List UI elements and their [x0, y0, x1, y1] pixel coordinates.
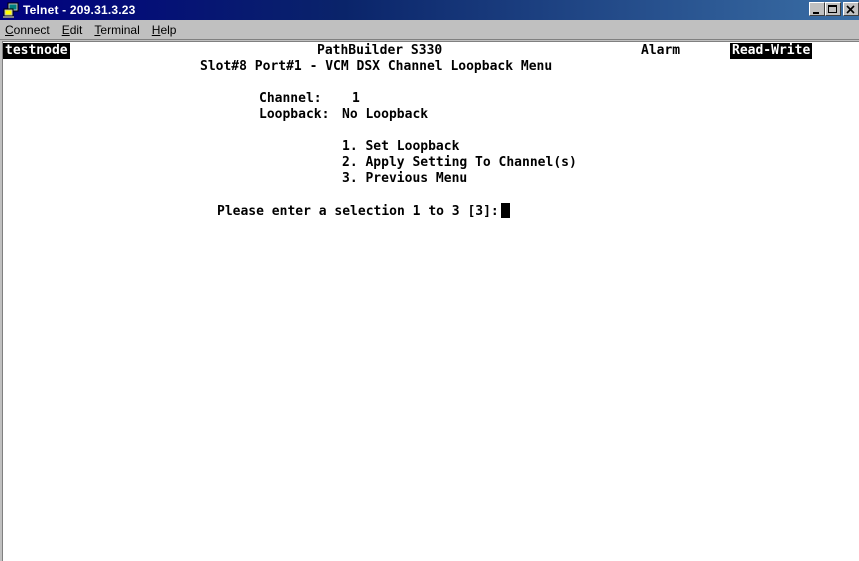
- telnet-computer-icon: [3, 2, 19, 18]
- menu-edit-accel: E: [61, 22, 70, 37]
- menu-option[interactable]: 2. Apply Setting To Channel(s): [342, 155, 577, 171]
- menu-edit[interactable]: Edit: [56, 23, 89, 37]
- minimize-icon: [813, 12, 819, 14]
- menu-terminal[interactable]: Terminal: [88, 23, 145, 37]
- prompt-text: Please enter a selection 1 to 3 [3]:: [217, 204, 499, 219]
- telnet-window: Telnet - 209.31.3.23 Connect Edit Termin…: [0, 0, 859, 561]
- menu-title: Slot#8 Port#1 - VCM DSX Channel Loopback…: [200, 59, 553, 74]
- minimize-button[interactable]: [809, 2, 825, 16]
- menu-option[interactable]: 3. Previous Menu: [342, 171, 467, 187]
- menu-connect-label: onnect: [13, 22, 50, 37]
- menu-help[interactable]: Help: [146, 23, 183, 37]
- menu-terminal-label: erminal: [100, 22, 140, 37]
- node-name: testnode: [3, 43, 70, 59]
- selection-prompt[interactable]: Please enter a selection 1 to 3 [3]:: [217, 203, 510, 220]
- menu-connect[interactable]: Connect: [0, 23, 56, 37]
- channel-value: 1: [352, 91, 360, 106]
- channel-label: Channel:: [259, 91, 322, 106]
- terminal-screen[interactable]: testnode PathBuilder S330 Alarm Read-Wri…: [2, 41, 859, 561]
- access-mode: Read-Write: [730, 43, 813, 59]
- text-cursor: [500, 203, 510, 218]
- menu-help-label: elp: [160, 22, 177, 37]
- menu-bar: Connect Edit Terminal Help: [0, 20, 859, 40]
- menu-edit-label: dit: [69, 22, 83, 37]
- maximize-button[interactable]: [825, 2, 841, 16]
- title-bar[interactable]: Telnet - 209.31.3.23: [0, 0, 859, 20]
- window-title: Telnet - 209.31.3.23: [23, 3, 136, 17]
- maximize-icon: [828, 5, 837, 13]
- alarm-indicator: Alarm: [641, 43, 681, 58]
- menu-connect-accel: C: [5, 22, 14, 37]
- product-name: PathBuilder S330: [317, 43, 443, 58]
- menu-option[interactable]: 1. Set Loopback: [342, 139, 459, 155]
- close-button[interactable]: [843, 2, 859, 16]
- window-controls: [809, 2, 859, 16]
- close-icon: [846, 5, 855, 14]
- loopback-value: No Loopback: [342, 107, 429, 122]
- loopback-label: Loopback:: [259, 107, 330, 122]
